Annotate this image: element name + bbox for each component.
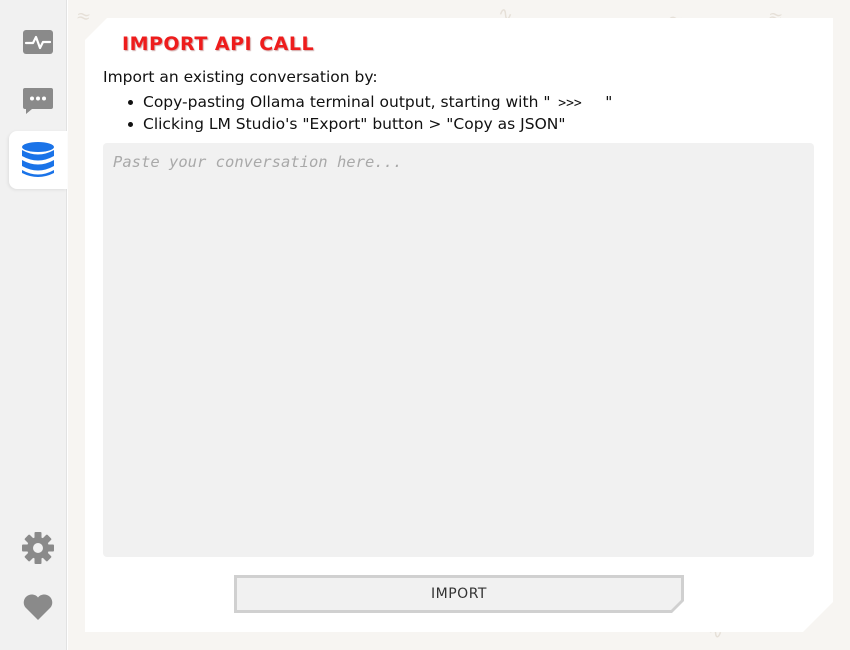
sidebar-item-favorites[interactable]	[9, 578, 67, 636]
sidebar-item-settings[interactable]	[9, 519, 67, 577]
intro-text: Import an existing conversation by:	[103, 68, 378, 86]
list-item: Copy-pasting Ollama terminal output, sta…	[127, 91, 613, 113]
sidebar-item-monitor[interactable]	[9, 13, 67, 71]
list-item: Clicking LM Studio's "Export" button > "…	[127, 113, 612, 135]
gear-icon	[22, 532, 54, 564]
sidebar	[0, 0, 67, 650]
import-button-label: IMPORT	[237, 578, 681, 610]
heart-icon	[23, 594, 53, 620]
sidebar-item-chat[interactable]	[9, 72, 67, 130]
sidebar-item-database[interactable]	[9, 131, 67, 189]
ollama-prompt-code: >>>	[550, 96, 606, 111]
lmstudio-instruction: Clicking LM Studio's "Export" button > "…	[143, 115, 566, 133]
chat-icon	[23, 88, 53, 114]
panel-title: IMPORT API CALL	[122, 33, 315, 55]
ollama-instruction-prefix: Copy-pasting Ollama terminal output, sta…	[143, 93, 551, 111]
conversation-input[interactable]	[103, 143, 814, 557]
import-button[interactable]: IMPORT	[234, 575, 684, 613]
instruction-list: Copy-pasting Ollama terminal output, sta…	[127, 91, 613, 135]
ink-mark-decoration: ≈	[74, 5, 93, 28]
database-icon	[22, 142, 54, 177]
ollama-instruction-suffix: "	[605, 93, 613, 111]
activity-icon	[23, 30, 53, 54]
